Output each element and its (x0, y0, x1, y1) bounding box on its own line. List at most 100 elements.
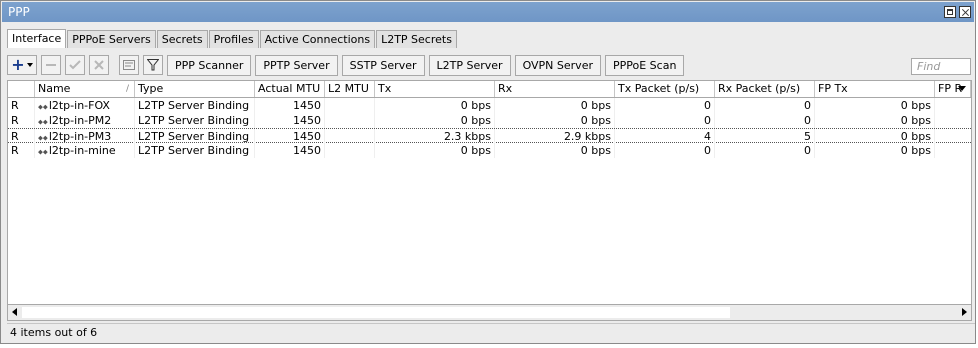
interface-name: l2tp-in-mine (48, 144, 116, 157)
l2-mtu-cell (325, 143, 375, 158)
name-cell: ⬥⬥l2tp-in-PM2 (35, 113, 135, 128)
column-header-l2-mtu[interactable]: L2 MTU (325, 81, 375, 97)
column-header-actual-mtu[interactable]: Actual MTU (255, 81, 325, 97)
find-input[interactable]: Find (911, 58, 971, 75)
tx-packet-cell: 0 (615, 113, 715, 128)
tab-pppoe-servers[interactable]: PPPoE Servers (67, 30, 156, 48)
pppoe-scan-button[interactable]: PPPoE Scan (604, 54, 685, 76)
interface-name: l2tp-in-PM2 (48, 114, 112, 127)
column-header-name[interactable]: Name / (35, 81, 135, 97)
actual-mtu-cell: 1450 (255, 143, 325, 158)
tx-packet-cell: 0 (615, 143, 715, 158)
cross-icon (94, 60, 104, 70)
type-cell: L2TP Server Binding (135, 113, 255, 128)
l2-mtu-cell (325, 113, 375, 128)
actual-mtu-cell: 1450 (255, 98, 325, 113)
tx-cell: 0 bps (375, 143, 495, 158)
l2-mtu-cell (325, 129, 375, 144)
column-header-fp-tx[interactable]: FP Tx (815, 81, 935, 97)
name-cell: ⬥⬥l2tp-in-mine (35, 143, 135, 158)
column-header-tx[interactable]: Tx (375, 81, 495, 97)
horizontal-scrollbar[interactable] (7, 305, 972, 321)
interface-name: l2tp-in-PM3 (48, 130, 112, 143)
flag-cell: R (8, 113, 35, 128)
rx-packet-cell: 0 (715, 98, 815, 113)
rx-cell: 0 bps (495, 143, 615, 158)
scroll-left-icon[interactable] (12, 308, 17, 316)
maximize-icon[interactable] (944, 6, 956, 18)
rx-packet-cell: 5 (715, 129, 815, 144)
tx-cell: 0 bps (375, 113, 495, 128)
interface-icon: ⬥⬥ (38, 148, 48, 156)
column-header-type[interactable]: Type (135, 81, 255, 97)
table-row[interactable]: R ⬥⬥l2tp-in-FOX L2TP Server Binding 1450 0 b… (8, 98, 971, 113)
rx-packet-cell: 0 (715, 113, 815, 128)
interface-table: Name / Type Actual MTU L2 MTU Tx Rx Tx P… (7, 80, 972, 305)
interface-icon: ⬥⬥ (38, 118, 48, 126)
check-icon (69, 60, 81, 70)
sstp-server-button[interactable]: SSTP Server (341, 54, 425, 76)
disable-button[interactable] (89, 55, 109, 75)
pptp-server-button[interactable]: PPTP Server (255, 54, 338, 76)
actual-mtu-cell: 1450 (255, 129, 325, 144)
tx-packet-cell: 0 (615, 98, 715, 113)
type-cell: L2TP Server Binding (135, 143, 255, 158)
table-row[interactable]: R ⬥⬥l2tp-in-PM3 L2TP Server Binding 1450 2.3… (8, 128, 971, 144)
tx-cell: 0 bps (375, 98, 495, 113)
title-bar[interactable]: PPP (2, 2, 974, 22)
name-cell: ⬥⬥l2tp-in-FOX (35, 98, 135, 113)
filter-button[interactable] (143, 55, 163, 75)
add-button[interactable]: + (7, 55, 37, 75)
type-cell: L2TP Server Binding (135, 129, 255, 144)
column-header-rx[interactable]: Rx (495, 81, 615, 97)
flag-cell: R (8, 98, 35, 113)
flag-cell: R (8, 143, 35, 158)
interface-icon: ⬥⬥ (38, 134, 48, 142)
sort-indicator: / (125, 84, 129, 94)
toolbar: + PPP Scanner PPTP Server SSTP Server L2… (7, 53, 688, 77)
column-header-fp-rx[interactable]: FP R (935, 81, 971, 97)
comment-icon (123, 60, 135, 70)
window-title: PPP (8, 5, 30, 19)
remove-button[interactable] (41, 55, 61, 75)
rx-packet-cell: 0 (715, 143, 815, 158)
column-header-flags[interactable] (8, 81, 35, 97)
name-cell: ⬥⬥l2tp-in-PM3 (35, 129, 135, 144)
tab-active-connections[interactable]: Active Connections (259, 30, 376, 48)
tab-interface[interactable]: Interface (7, 29, 67, 48)
tab-l2tp-secrets[interactable]: L2TP Secrets (376, 30, 457, 48)
fp-tx-cell: 0 bps (815, 113, 935, 128)
column-header-tx-packet[interactable]: Tx Packet (p/s) (615, 81, 715, 97)
tx-packet-cell: 4 (615, 129, 715, 144)
tab-secrets[interactable]: Secrets (156, 30, 208, 48)
comment-button[interactable] (119, 55, 139, 75)
table-row[interactable]: R ⬥⬥l2tp-in-PM2 L2TP Server Binding 1450 0 b… (8, 113, 971, 128)
interface-name: l2tp-in-FOX (48, 99, 110, 112)
type-cell: L2TP Server Binding (135, 98, 255, 113)
close-icon[interactable] (959, 6, 971, 18)
ovpn-server-button[interactable]: OVPN Server (514, 54, 601, 76)
scrollbar-thumb[interactable] (22, 307, 730, 318)
fp-tx-cell: 0 bps (815, 98, 935, 113)
fp-tx-cell: 0 bps (815, 143, 935, 158)
columns-dropdown-icon[interactable] (958, 86, 966, 91)
rx-cell: 2.9 kbps (495, 129, 615, 144)
ppp-window: PPP Interface PPPoE Servers Secrets Prof… (0, 0, 976, 344)
enable-button[interactable] (65, 55, 85, 75)
rx-cell: 0 bps (495, 98, 615, 113)
table-header: Name / Type Actual MTU L2 MTU Tx Rx Tx P… (8, 81, 971, 98)
minus-icon (46, 64, 56, 66)
l2tp-server-button[interactable]: L2TP Server (428, 54, 511, 76)
status-bar: 4 items out of 6 (7, 323, 975, 341)
table-row[interactable]: R ⬥⬥l2tp-in-mine L2TP Server Binding 1450 0 … (8, 143, 971, 158)
chevron-down-icon (26, 63, 33, 67)
actual-mtu-cell: 1450 (255, 113, 325, 128)
scroll-right-icon[interactable] (962, 308, 967, 316)
ppp-scanner-button[interactable]: PPP Scanner (167, 54, 252, 76)
flag-cell: R (8, 129, 35, 144)
tab-profiles[interactable]: Profiles (208, 30, 259, 48)
interface-icon: ⬥⬥ (38, 103, 48, 111)
column-header-name-label: Name (38, 82, 71, 95)
l2-mtu-cell (325, 98, 375, 113)
column-header-rx-packet[interactable]: Rx Packet (p/s) (715, 81, 815, 97)
